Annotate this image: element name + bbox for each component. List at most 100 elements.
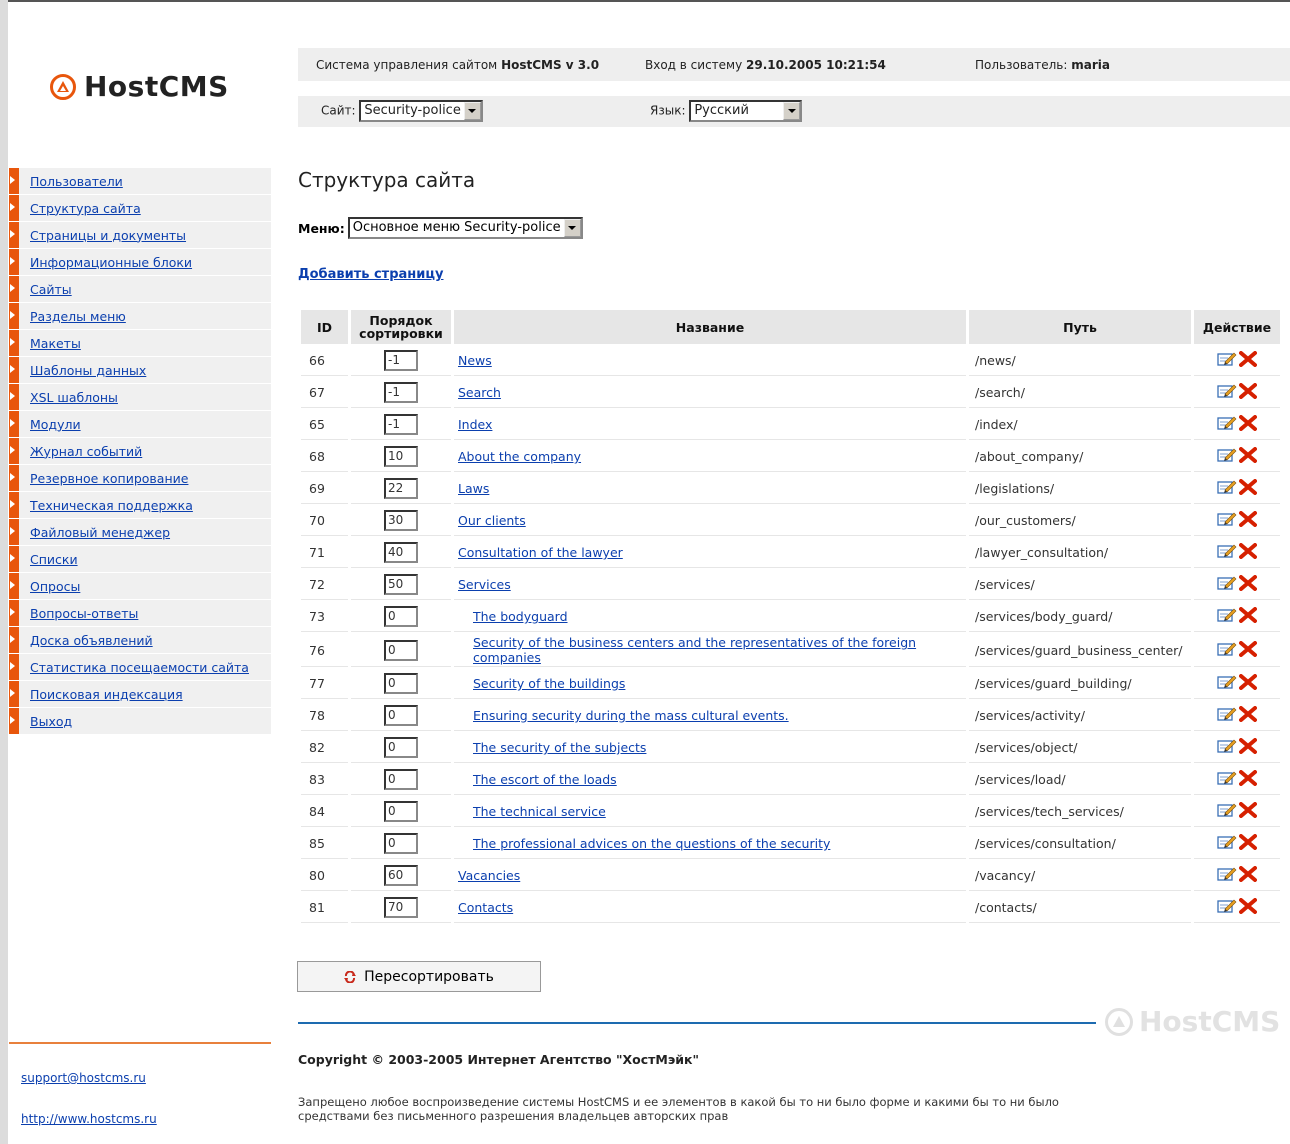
sidebar-item[interactable]: Шаблоны данных: [9, 357, 271, 383]
edit-icon[interactable]: [1217, 641, 1237, 660]
sidebar-item-link[interactable]: Статистика посещаемости сайта: [30, 660, 249, 675]
sort-order-input[interactable]: -1: [384, 382, 418, 403]
sort-order-input[interactable]: 0: [384, 737, 418, 758]
page-name-link[interactable]: The bodyguard: [473, 609, 568, 624]
edit-icon[interactable]: [1217, 575, 1237, 594]
page-name-link[interactable]: Our clients: [458, 513, 526, 528]
page-name-link[interactable]: Security of the business centers and the…: [473, 635, 916, 665]
language-select[interactable]: Русский: [689, 100, 803, 122]
sidebar-item[interactable]: Выход: [9, 708, 271, 734]
page-name-link[interactable]: The security of the subjects: [473, 740, 646, 755]
sidebar-item[interactable]: XSL шаблоны: [9, 384, 271, 410]
chevron-down-icon[interactable]: [783, 102, 801, 120]
delete-icon[interactable]: [1239, 802, 1257, 821]
sidebar-item[interactable]: Вопросы-ответы: [9, 600, 271, 626]
site-select[interactable]: Security-police: [359, 100, 483, 122]
sidebar-item-link[interactable]: Пользователи: [30, 174, 123, 189]
sidebar-item-link[interactable]: Информационные блоки: [30, 255, 192, 270]
page-name-link[interactable]: Contacts: [458, 900, 513, 915]
delete-icon[interactable]: [1239, 575, 1257, 594]
page-name-link[interactable]: Vacancies: [458, 868, 520, 883]
edit-icon[interactable]: [1217, 898, 1237, 917]
edit-icon[interactable]: [1217, 447, 1237, 466]
resort-button[interactable]: Пересортировать: [297, 961, 541, 992]
delete-icon[interactable]: [1239, 511, 1257, 530]
sort-order-input[interactable]: 0: [384, 639, 418, 661]
sidebar-item-link[interactable]: Вопросы-ответы: [30, 606, 138, 621]
sidebar-item-link[interactable]: Списки: [30, 552, 78, 567]
sidebar-item-link[interactable]: Сайты: [30, 282, 72, 297]
delete-icon[interactable]: [1239, 351, 1257, 370]
delete-icon[interactable]: [1239, 383, 1257, 402]
page-name-link[interactable]: The escort of the loads: [473, 772, 617, 787]
delete-icon[interactable]: [1239, 607, 1257, 626]
add-page-link[interactable]: Добавить страницу: [298, 267, 444, 282]
sidebar-item[interactable]: Пользователи: [9, 168, 271, 194]
page-name-link[interactable]: Ensuring security during the mass cultur…: [473, 708, 789, 723]
sidebar-item[interactable]: Разделы меню: [9, 303, 271, 329]
sidebar-item-link[interactable]: Страницы и документы: [30, 228, 186, 243]
sort-order-input[interactable]: 0: [384, 705, 418, 726]
delete-icon[interactable]: [1239, 834, 1257, 853]
delete-icon[interactable]: [1239, 543, 1257, 562]
sort-order-input[interactable]: 0: [384, 769, 418, 790]
sidebar-item[interactable]: Структура сайта: [9, 195, 271, 221]
sidebar-item[interactable]: Поисковая индексация: [9, 681, 271, 707]
sort-order-input[interactable]: 40: [384, 542, 418, 563]
sidebar-item-link[interactable]: Макеты: [30, 336, 81, 351]
page-name-link[interactable]: The professional advices on the question…: [473, 836, 830, 851]
sidebar-item-link[interactable]: Доска объявлений: [30, 633, 153, 648]
sort-order-input[interactable]: 30: [384, 510, 418, 531]
sidebar-item-link[interactable]: Резервное копирование: [30, 471, 188, 486]
sidebar-item[interactable]: Резервное копирование: [9, 465, 271, 491]
sidebar-item[interactable]: Доска объявлений: [9, 627, 271, 653]
sort-order-input[interactable]: 0: [384, 801, 418, 822]
support-email-link[interactable]: support@hostcms.ru: [21, 1071, 146, 1085]
sidebar-item[interactable]: Статистика посещаемости сайта: [9, 654, 271, 680]
edit-icon[interactable]: [1217, 770, 1237, 789]
sidebar-item-link[interactable]: Выход: [30, 714, 72, 729]
sort-order-input[interactable]: -1: [384, 350, 418, 371]
delete-icon[interactable]: [1239, 706, 1257, 725]
delete-icon[interactable]: [1239, 898, 1257, 917]
edit-icon[interactable]: [1217, 543, 1237, 562]
delete-icon[interactable]: [1239, 674, 1257, 693]
sidebar-item[interactable]: Журнал событий: [9, 438, 271, 464]
edit-icon[interactable]: [1217, 834, 1237, 853]
sidebar-item-link[interactable]: Шаблоны данных: [30, 363, 146, 378]
edit-icon[interactable]: [1217, 738, 1237, 757]
sidebar-item-link[interactable]: Опросы: [30, 579, 80, 594]
page-name-link[interactable]: Search: [458, 385, 501, 400]
page-name-link[interactable]: Services: [458, 577, 511, 592]
sidebar-item[interactable]: Модули: [9, 411, 271, 437]
sidebar-item-link[interactable]: Поисковая индексация: [30, 687, 183, 702]
sort-order-input[interactable]: 60: [384, 865, 418, 886]
sort-order-input[interactable]: 0: [384, 606, 418, 627]
edit-icon[interactable]: [1217, 706, 1237, 725]
delete-icon[interactable]: [1239, 415, 1257, 434]
website-link[interactable]: http://www.hostcms.ru: [21, 1112, 157, 1126]
edit-icon[interactable]: [1217, 351, 1237, 370]
sidebar-item[interactable]: Опросы: [9, 573, 271, 599]
delete-icon[interactable]: [1239, 447, 1257, 466]
sidebar-item-link[interactable]: Файловый менеджер: [30, 525, 170, 540]
delete-icon[interactable]: [1239, 866, 1257, 885]
chevron-down-icon[interactable]: [563, 219, 581, 237]
sidebar-item-link[interactable]: Техническая поддержка: [30, 498, 193, 513]
page-name-link[interactable]: The technical service: [473, 804, 606, 819]
edit-icon[interactable]: [1217, 511, 1237, 530]
sidebar-item-link[interactable]: XSL шаблоны: [30, 390, 118, 405]
sidebar-item[interactable]: Техническая поддержка: [9, 492, 271, 518]
delete-icon[interactable]: [1239, 640, 1257, 660]
sort-order-input[interactable]: 22: [384, 478, 418, 499]
sidebar-item-link[interactable]: Модули: [30, 417, 81, 432]
sidebar-item[interactable]: Страницы и документы: [9, 222, 271, 248]
sidebar-item[interactable]: Макеты: [9, 330, 271, 356]
edit-icon[interactable]: [1217, 415, 1237, 434]
sidebar-item[interactable]: Файловый менеджер: [9, 519, 271, 545]
sort-order-input[interactable]: 70: [384, 897, 418, 918]
edit-icon[interactable]: [1217, 674, 1237, 693]
chevron-down-icon[interactable]: [463, 102, 481, 120]
sidebar-item-link[interactable]: Журнал событий: [30, 444, 142, 459]
edit-icon[interactable]: [1217, 383, 1237, 402]
